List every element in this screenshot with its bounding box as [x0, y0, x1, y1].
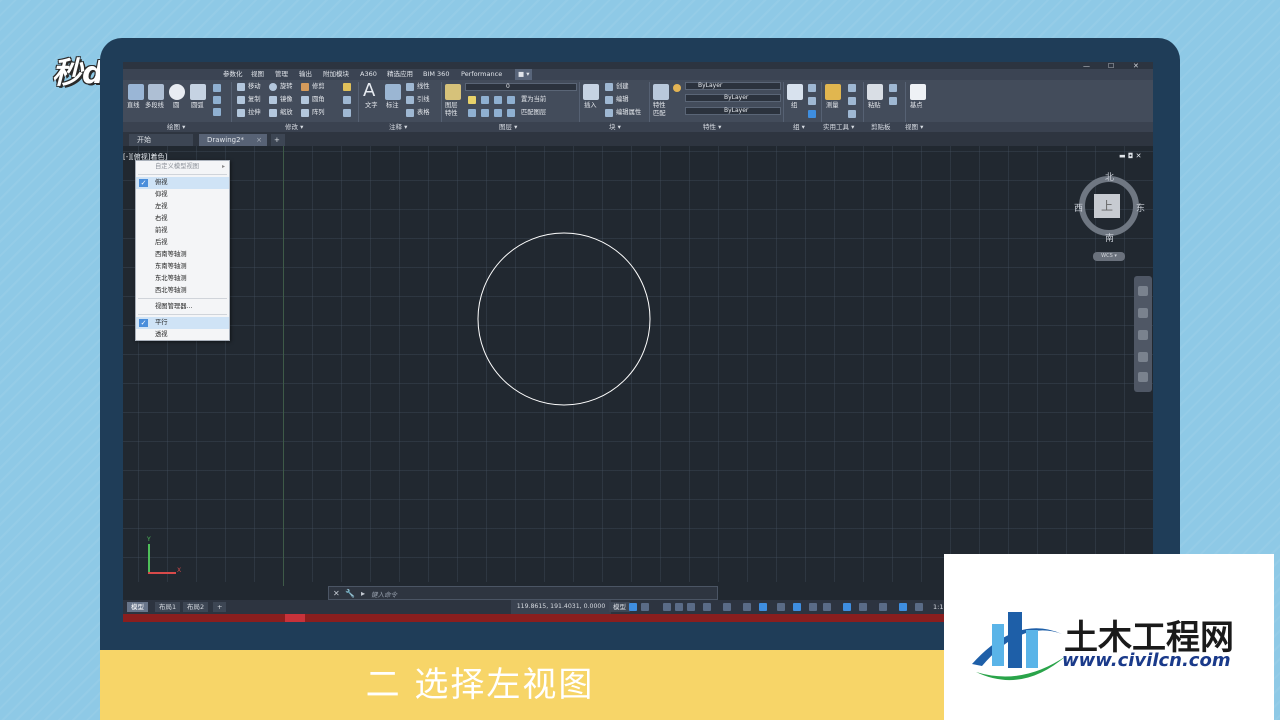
transparency-icon[interactable] [793, 603, 801, 611]
menu-item-nw-iso[interactable]: 西北等轴测 [136, 285, 229, 297]
view-menu: 自定义模型视图 ▸ ✓ 俯视 仰视 左视 右视 前视 后视 西南等轴测 东南等轴… [135, 160, 230, 341]
ucs-x-label: X [177, 567, 182, 574]
tab-model[interactable]: 模型 [127, 602, 148, 612]
orbit-icon[interactable] [1138, 352, 1148, 362]
selection-cycling-icon[interactable] [809, 603, 817, 611]
watermark-logo: 土木工程网 www.civilcn.com [944, 554, 1274, 720]
add-layout-button[interactable]: + [213, 602, 227, 612]
quick-properties-icon[interactable] [879, 603, 887, 611]
showmotion-icon[interactable] [1138, 372, 1148, 382]
ucs-y-axis [148, 544, 150, 574]
menu-item-view-manager[interactable]: 视图管理器... [136, 301, 229, 313]
check-icon: ✓ [139, 179, 148, 187]
submenu-arrow-icon: ▸ [221, 163, 225, 170]
viewcube-face[interactable]: 上 [1094, 194, 1120, 218]
object-snap-tracking-icon[interactable] [743, 603, 751, 611]
menu-item-bottom[interactable]: 仰视 [136, 189, 229, 201]
menu-item-sw-iso[interactable]: 西南等轴测 [136, 249, 229, 261]
wcs-dropdown[interactable]: WCS ▾ [1093, 252, 1125, 261]
command-prompt-icon: ▸ [361, 589, 366, 598]
tab-layout1[interactable]: 布局1 [155, 602, 181, 612]
menu-item-se-iso[interactable]: 东南等轴测 [136, 261, 229, 273]
circle-entity[interactable] [477, 232, 651, 406]
menu-item-top[interactable]: ✓ 俯视 [136, 177, 229, 189]
navigation-bar [1134, 276, 1152, 392]
units-icon[interactable] [859, 603, 867, 611]
menu-item-left[interactable]: 左视 [136, 201, 229, 213]
ucs-x-axis [148, 572, 176, 574]
menu-item-right[interactable]: 右视 [136, 213, 229, 225]
menu-item-custom-views[interactable]: 自定义模型视图 ▸ [136, 161, 229, 173]
steering-wheel-icon[interactable] [1138, 286, 1148, 296]
menu-item-ne-iso[interactable]: 东北等轴测 [136, 273, 229, 285]
isodraft-icon[interactable] [723, 603, 731, 611]
menu-item-front[interactable]: 前视 [136, 225, 229, 237]
annotation-scale-icon[interactable] [899, 603, 907, 611]
civilcn-logo-icon [972, 612, 1066, 681]
command-input[interactable]: 键入命令 [371, 589, 397, 599]
menu-item-parallel[interactable]: ✓ 平行 [136, 317, 229, 329]
infer-icon[interactable] [663, 603, 671, 611]
object-snap-icon[interactable] [759, 603, 767, 611]
compass-south[interactable]: 南 [1105, 231, 1114, 244]
grid-toggle-icon[interactable] [629, 603, 637, 611]
tab-layout2[interactable]: 布局2 [183, 602, 209, 612]
annotation-monitor-icon[interactable] [843, 603, 851, 611]
command-line[interactable]: ✕ 🔧 ▸ 键入命令 [328, 586, 718, 600]
menu-separator [138, 174, 227, 175]
snap-toggle-icon[interactable] [641, 603, 649, 611]
check-icon: ✓ [139, 319, 148, 327]
compass-north[interactable]: 北 [1105, 170, 1114, 183]
compass-west[interactable]: 西 [1074, 201, 1083, 214]
pan-icon[interactable] [1138, 308, 1148, 318]
polar-icon[interactable] [703, 603, 711, 611]
3d-osnap-icon[interactable] [823, 603, 831, 611]
menu-item-back[interactable]: 后视 [136, 237, 229, 249]
watermark-url: www.civilcn.com [1062, 650, 1231, 671]
model-space-toggle[interactable]: 模型 [609, 602, 630, 612]
coordinates-readout[interactable]: 119.8615, 191.4031, 0.0000 [511, 600, 611, 614]
menu-separator [138, 298, 227, 299]
compass-east[interactable]: 东 [1136, 201, 1145, 214]
step-caption: 二 选择左视图 [365, 665, 595, 705]
ortho-icon[interactable] [687, 603, 695, 611]
menu-separator [138, 314, 227, 315]
autocad-window: — ☐ ✕ 参数化 视图 管理 输出 附加模块 A360 精选应用 BIM 36… [123, 62, 1153, 622]
lineweight-icon[interactable] [777, 603, 785, 611]
close-command-icon[interactable]: ✕ [333, 589, 340, 598]
menu-item-perspective[interactable]: 透视 [136, 329, 229, 341]
drawing-svg [477, 232, 651, 406]
ucs-y-label: Y [147, 536, 151, 543]
viewport-window-controls[interactable]: ▬ ◘ ✕ [1119, 152, 1141, 160]
customize-command-icon[interactable]: 🔧 [345, 589, 355, 598]
zoom-icon[interactable] [1138, 330, 1148, 340]
dynamic-input-icon[interactable] [675, 603, 683, 611]
taskbar-autocad-button[interactable] [285, 614, 305, 622]
workspace-icon[interactable] [915, 603, 923, 611]
